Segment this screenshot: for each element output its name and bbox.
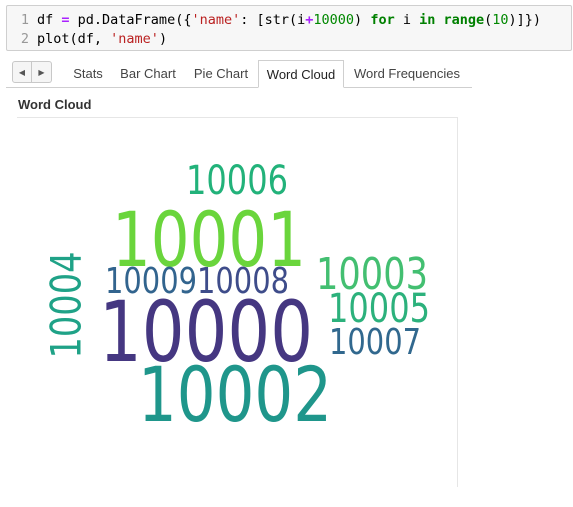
tab-word-cloud[interactable]: Word Cloud [258, 60, 344, 88]
code-cell[interactable]: 1 df = pd.DataFrame({'name': [str(i+10000… [6, 5, 572, 51]
code-line-2: 2 plot(df, 'name') [7, 30, 167, 49]
panel-title: Word Cloud [18, 97, 92, 112]
code-text: df = pd.DataFrame({'name': [str(i+10000)… [37, 12, 541, 28]
code-token: for [370, 12, 395, 28]
code-token: in [419, 12, 436, 28]
code-token: 'name' [110, 31, 159, 47]
code-token: 10 [492, 12, 509, 28]
tab-bar-chart[interactable]: Bar Chart [113, 60, 183, 88]
tab-pie-chart[interactable]: Pie Chart [185, 60, 257, 88]
code-token: 'name' [191, 12, 241, 28]
line-number: 1 [20, 12, 29, 28]
word-10007: 10007 [329, 322, 421, 363]
code-token: pd.DataFrame({ [69, 12, 192, 28]
code-token: ) [158, 31, 168, 47]
code-token: )]}) [508, 12, 542, 28]
code-token: ) [354, 12, 371, 28]
tab-stats[interactable]: Stats [63, 60, 113, 88]
word-10002: 10002 [138, 350, 332, 439]
code-line-1: 1 df = pd.DataFrame({'name': [str(i+10000… [7, 11, 541, 30]
code-token: plot(df, [37, 31, 111, 47]
line-number: 2 [20, 31, 29, 47]
output-tab-bar: ◀ ▶ Stats Bar Chart Pie Chart Word Cloud… [6, 58, 472, 88]
code-token: range [443, 12, 485, 28]
chevron-right-icon[interactable]: ▶ [32, 61, 52, 83]
word-10004: 10004 [42, 252, 91, 359]
word-cloud-panel: 10006 10001 10004 10009 10008 10003 10005 10000… [17, 117, 458, 487]
chevron-left-icon[interactable]: ◀ [12, 61, 32, 83]
code-token: 10000 [313, 12, 355, 28]
code-token: : [str(i [240, 12, 306, 28]
code-text: plot(df, 'name') [37, 31, 167, 47]
tab-word-frequencies[interactable]: Word Frequencies [346, 60, 468, 88]
word-cloud: 100061000110004 10009 10008 100031000510000… [42, 158, 431, 439]
code-token: i [394, 12, 420, 28]
code-token: = [61, 12, 70, 28]
code-token: df [37, 12, 62, 28]
